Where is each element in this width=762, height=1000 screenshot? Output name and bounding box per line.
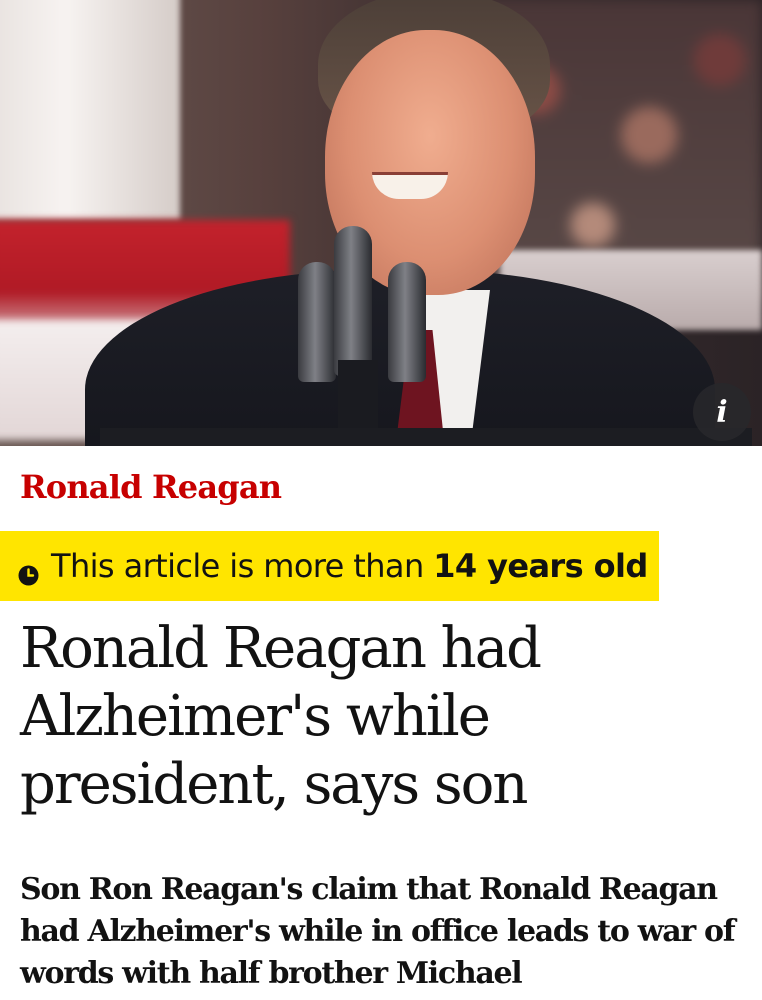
hero-bg-column	[0, 0, 180, 220]
age-warning-highlight: 14 years old	[433, 547, 648, 585]
microphone	[388, 262, 426, 382]
hero-image: i	[0, 0, 762, 446]
microphone	[334, 226, 372, 376]
standfirst: Son Ron Reagan's claim that Ronald Reaga…	[20, 872, 736, 991]
podium	[100, 428, 752, 446]
headline: Ronald Reagan had Alzheimer's while pres…	[20, 616, 542, 817]
clock-icon	[18, 556, 39, 585]
article-age-warning: This article is more than 14 years old	[0, 531, 659, 601]
info-icon[interactable]: i	[693, 383, 751, 441]
microphone	[298, 262, 336, 382]
info-glyph: i	[716, 394, 728, 430]
article-page: i Ronald Reagan This article is more tha…	[0, 0, 762, 1000]
section-kicker-link[interactable]: Ronald Reagan	[20, 468, 282, 506]
age-warning-text: This article is more than	[51, 547, 434, 585]
